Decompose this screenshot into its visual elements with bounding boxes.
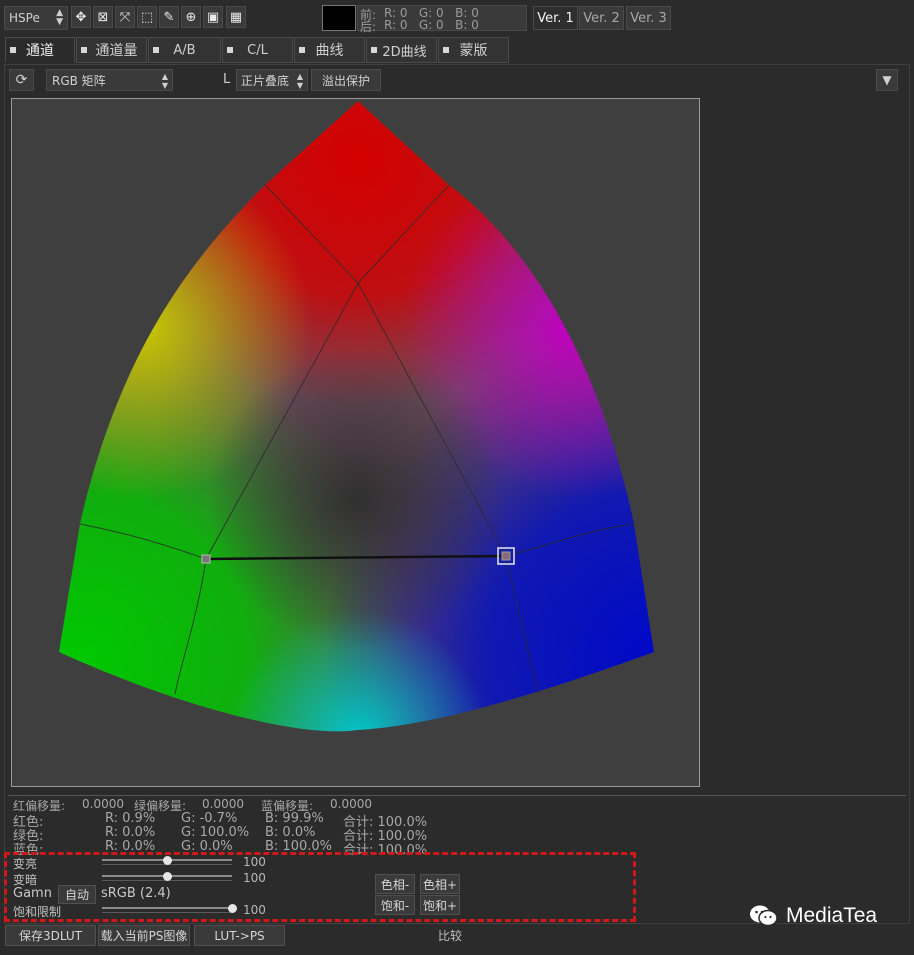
matrix-row-0-g: G: -0.7% [181,811,238,826]
matrix-row-1-b: B: 0.0% [265,825,316,840]
gamut-shape [59,101,654,732]
refresh-icon: ⟳ [15,72,28,88]
refresh-button[interactable]: ⟳ [9,69,34,91]
tab-ab[interactable]: A/B [148,37,221,63]
collapse-button[interactable]: ▼ [876,69,898,91]
tab-indicator [371,47,377,53]
overflow-protect-button[interactable]: 溢出保护 [311,69,381,91]
tab-2d-curves[interactable]: 2D曲线 [366,37,437,63]
tab-mask[interactable]: 蒙版 [438,37,509,63]
fit-tool-icon[interactable]: ▣ [203,6,223,28]
blend-select[interactable]: 正片叠底 ▲ ▼ [236,69,308,91]
mode-select-value: HSPe [9,11,40,25]
matrix-row-1-g: G: 100.0% [181,825,250,840]
matrix-row-1-r: R: 0.0% [105,825,156,840]
tab-indicator [443,47,449,53]
highlight-box [4,852,636,922]
tab-channel[interactable]: 通道 [5,37,75,63]
zoom-tool-icon[interactable]: ⊕ [181,6,201,28]
tab-channel-amount[interactable]: 通道量 [76,37,147,63]
lut-grid-tool-icon[interactable]: ▦ [226,6,246,28]
tab-cl[interactable]: C/L [222,37,293,63]
compare-label[interactable]: 比较 [438,927,462,944]
select-arrows-icon: ▲ ▼ [296,72,303,90]
triangle-down-icon: ▼ [882,73,892,87]
l-label: L [223,72,231,87]
gamut-canvas[interactable] [11,98,700,787]
matrix-select[interactable]: RGB 矩阵 ▲ ▼ [46,69,173,91]
matrix-row-0-r: R: 0.9% [105,811,156,826]
marquee-tool-icon[interactable]: ⬚ [137,6,157,28]
wechat-logo-icon [749,903,779,929]
tab-indicator [153,47,159,53]
after-rgb: R: 0 G: 0 B: 0 [384,18,479,32]
matrix-row-0-b: B: 99.9% [265,811,324,826]
blue-offset-value: 0.0000 [330,797,372,811]
select-arrows-icon: ▲ ▼ [161,72,168,90]
lut-to-ps-button[interactable]: LUT->PS [194,925,285,946]
tab-curves[interactable]: 曲线 [294,37,365,63]
save-3dlut-button[interactable]: 保存3DLUT [5,925,96,946]
panel-divider [8,795,906,796]
after-label: 后: [360,20,377,34]
tab-indicator [10,47,16,53]
select-arrows-icon: ▲ ▼ [56,8,63,27]
version-1-button[interactable]: Ver. 1 [533,6,578,30]
green-offset-value: 0.0000 [202,797,244,811]
selected-point-handle[interactable] [501,551,511,561]
tab-indicator [227,47,233,53]
tab-indicator [299,47,305,53]
version-3-button[interactable]: Ver. 3 [626,6,671,30]
move-tool-icon[interactable]: ✥ [71,6,91,28]
before-color-swatch [322,5,356,31]
grid-tool-icon[interactable]: ⊠ [93,6,113,28]
eyedropper-tool-icon[interactable]: ✎ [159,6,179,28]
version-2-button[interactable]: Ver. 2 [579,6,624,30]
red-offset-value: 0.0000 [82,797,124,811]
watermark-text: MediaTea [786,904,878,927]
tab-indicator [81,47,87,53]
control-point-handle[interactable] [201,554,211,564]
mode-select[interactable]: HSPe ▲ ▼ [4,6,68,30]
scale-tool-icon[interactable]: ⤧ [115,6,135,28]
load-ps-image-button[interactable]: 载入当前PS图像 [98,925,190,946]
rgb-readout: 前: R: 0 G: 0 B: 0 后: R: 0 G: 0 B: 0 [357,5,527,34]
